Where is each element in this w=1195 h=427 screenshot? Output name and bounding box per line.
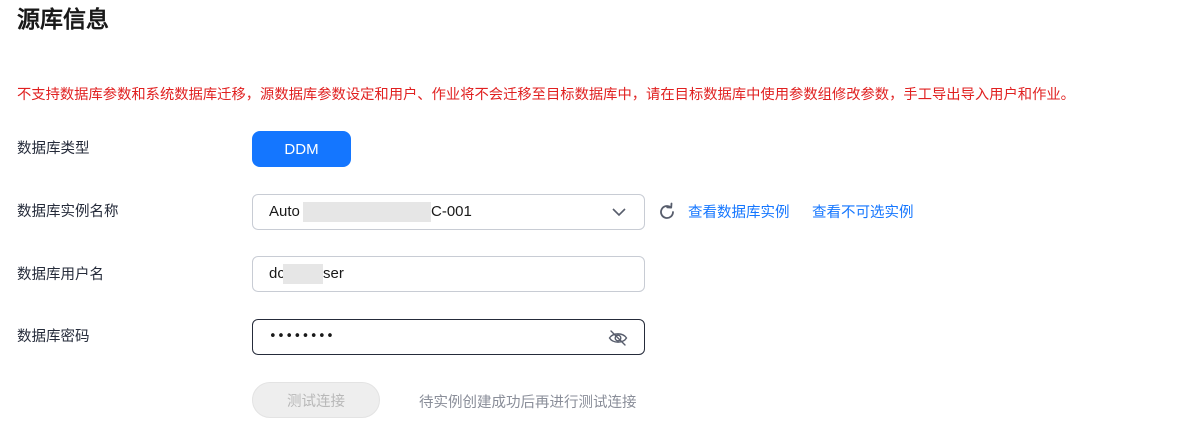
username-value-suffix: ser [323,265,344,282]
db-type-label: 数据库类型 [17,141,90,157]
page-title: 源库信息 [17,7,109,33]
test-connection-button[interactable]: 测试连接 [252,382,380,418]
password-label: 数据库密码 [17,329,90,345]
username-input[interactable]: dc ser [252,256,645,292]
view-db-instances-link[interactable]: 查看数据库实例 [688,203,790,223]
instance-select-value-suffix: C-001 [431,203,472,220]
test-connection-hint: 待实例创建成功后再进行测试连接 [419,395,637,411]
refresh-icon[interactable] [657,202,677,222]
instance-name-label: 数据库实例名称 [17,204,119,220]
migration-warning: 不支持数据库参数和系统数据库迁移，源数据库参数设定和用户、作业将不会迁移至目标数… [17,87,1075,103]
db-type-ddm-button[interactable]: DDM [252,131,351,167]
password-input[interactable]: •••••••• [252,319,645,355]
eye-off-icon[interactable] [608,329,628,347]
redaction-mask [303,202,431,222]
instance-select[interactable]: Auto C-001 [252,194,645,230]
view-unavailable-instances-link[interactable]: 查看不可选实例 [812,203,914,223]
username-label: 数据库用户名 [17,267,104,283]
chevron-down-icon [612,208,626,217]
instance-select-value-prefix: Auto [269,203,300,220]
redaction-mask [283,264,323,284]
password-value: •••••••• [269,329,335,344]
